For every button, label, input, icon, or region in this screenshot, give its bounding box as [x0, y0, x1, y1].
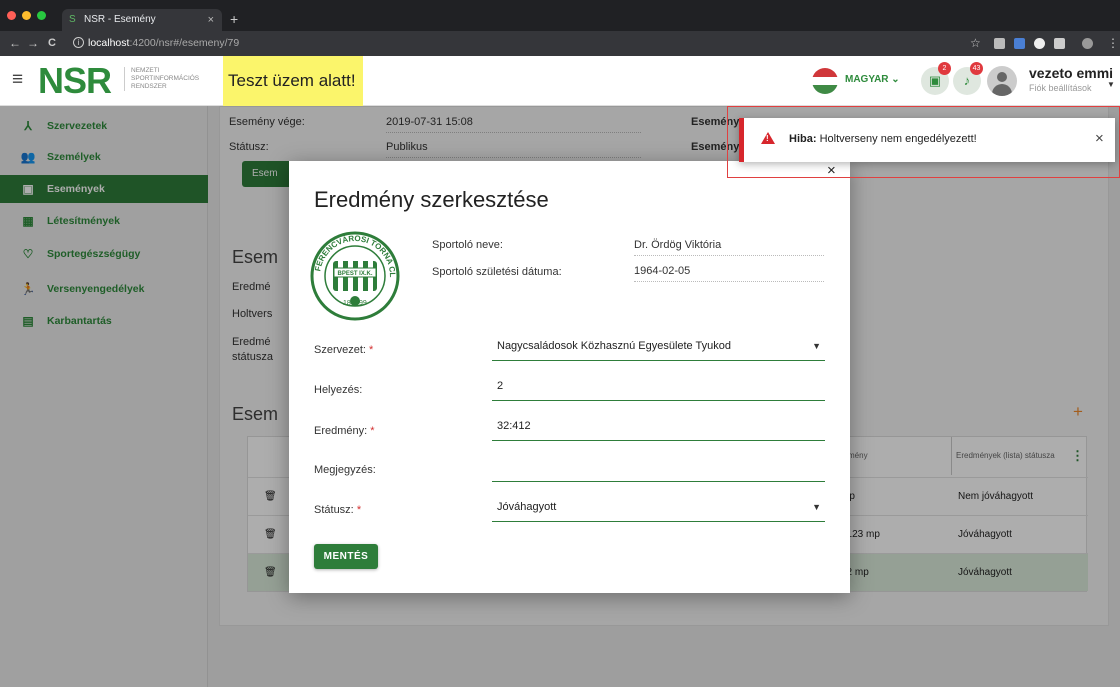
tab-title: NSR - Esemény	[84, 14, 156, 25]
athlete-name-value: Dr. Ördög Viktória	[634, 239, 824, 256]
athlete-birth-label: Sportoló születési dátuma:	[432, 266, 562, 278]
extension-icon[interactable]	[994, 38, 1005, 49]
toast-message: Hiba: Holtverseny nem engedélyezett!	[789, 133, 977, 145]
status-select[interactable]: Jóváhagyott ▼	[492, 496, 825, 522]
profile-icon[interactable]	[1082, 38, 1093, 49]
maximize-window-button[interactable]	[37, 11, 46, 20]
save-button[interactable]: MENTÉS	[314, 544, 378, 569]
new-tab-button[interactable]: +	[230, 9, 238, 29]
athlete-birth-value: 1964-02-05	[634, 265, 824, 282]
minimize-window-button[interactable]	[22, 11, 31, 20]
dialog-title: Eredmény szerkesztése	[314, 187, 549, 212]
extension-icon[interactable]	[1054, 38, 1065, 49]
logo-subtitle: NEMZETI SPORTINFORMÁCIÓS RENDSZER	[124, 67, 204, 91]
url-host: localhost	[88, 37, 130, 49]
app-header: ≡ NSR NEMZETI SPORTINFORMÁCIÓS RENDSZER …	[0, 56, 1120, 106]
tasks-badge: 2	[938, 62, 951, 75]
bell-icon: ♪	[963, 73, 971, 88]
hungarian-flag-icon[interactable]	[812, 68, 838, 94]
tab-close-icon[interactable]: ×	[208, 9, 214, 31]
note-label: Megjegyzés:	[314, 464, 376, 476]
bookmark-star-icon[interactable]: ☆	[970, 36, 981, 50]
nsr-logo[interactable]: NSR	[38, 61, 112, 101]
chevron-down-icon[interactable]: ▼	[812, 335, 821, 357]
url-path: :4200/nsr#/esemeny/79	[129, 37, 240, 49]
browser-menu-icon[interactable]: ⋮	[1107, 36, 1119, 50]
edit-result-dialog: × Eredmény szerkesztése FERENCVÁROSI TOR…	[289, 161, 850, 593]
back-icon[interactable]: ←	[9, 36, 21, 50]
test-mode-banner: Teszt üzem alatt!	[223, 56, 363, 106]
result-input[interactable]: 32:412	[492, 415, 825, 441]
svg-text:BPEST IX.K.: BPEST IX.K.	[337, 271, 372, 277]
svg-text:99: 99	[359, 300, 367, 307]
extension-icon[interactable]	[1034, 38, 1045, 49]
close-window-button[interactable]	[7, 11, 16, 20]
menu-icon[interactable]: ≡	[12, 70, 23, 90]
tasks-icon: ▣	[928, 73, 942, 88]
error-toast: ! Hiba: Holtverseny nem engedélyezett! ×	[739, 118, 1115, 162]
extension-icon[interactable]	[1014, 38, 1025, 49]
browser-tab-bar: S NSR - Esemény × +	[0, 0, 1120, 31]
reload-icon[interactable]: C	[48, 36, 56, 50]
tasks-button[interactable]: ▣ 2	[921, 62, 951, 95]
athlete-name-label: Sportoló neve:	[432, 239, 503, 251]
status-label: Státusz: *	[314, 504, 362, 516]
user-menu-caret-icon[interactable]: ▼	[1107, 80, 1115, 89]
placement-label: Helyezés:	[314, 384, 363, 396]
account-settings-link[interactable]: Fiók beállítások	[1029, 83, 1092, 93]
notifications-badge: 43	[970, 62, 983, 75]
favicon-icon: S	[69, 14, 76, 25]
club-crest-logo: FERENCVÁROSI TORNA CLUB BPEST IX.K. 18 9…	[310, 231, 400, 321]
window-controls	[7, 11, 46, 20]
notifications-button[interactable]: ♪ 43	[953, 62, 983, 95]
placement-input[interactable]: 2	[492, 375, 825, 401]
note-input[interactable]	[492, 456, 825, 482]
language-selector[interactable]: MAGYAR ⌄	[845, 74, 900, 85]
browser-tab[interactable]: S NSR - Esemény ×	[62, 9, 222, 31]
user-name[interactable]: vezeto emmi	[1029, 65, 1113, 81]
address-bar: ← → C i localhost:4200/nsr#/esemeny/79 ☆…	[0, 31, 1120, 56]
avatar[interactable]	[987, 66, 1017, 96]
organization-select[interactable]: Nagycsaládosok Közhasznú Egyesülete Tyuk…	[492, 335, 825, 361]
svg-text:18: 18	[343, 300, 351, 307]
url-field[interactable]: localhost:4200/nsr#/esemeny/79	[88, 37, 239, 49]
forward-icon[interactable]: →	[27, 36, 39, 50]
result-label: Eredmény: *	[314, 425, 375, 437]
close-icon[interactable]: ×	[1095, 130, 1104, 147]
warning-icon: !	[761, 132, 775, 144]
site-info-icon[interactable]: i	[73, 37, 84, 48]
organization-label: Szervezet: *	[314, 344, 374, 356]
chevron-down-icon[interactable]: ▼	[812, 496, 821, 518]
